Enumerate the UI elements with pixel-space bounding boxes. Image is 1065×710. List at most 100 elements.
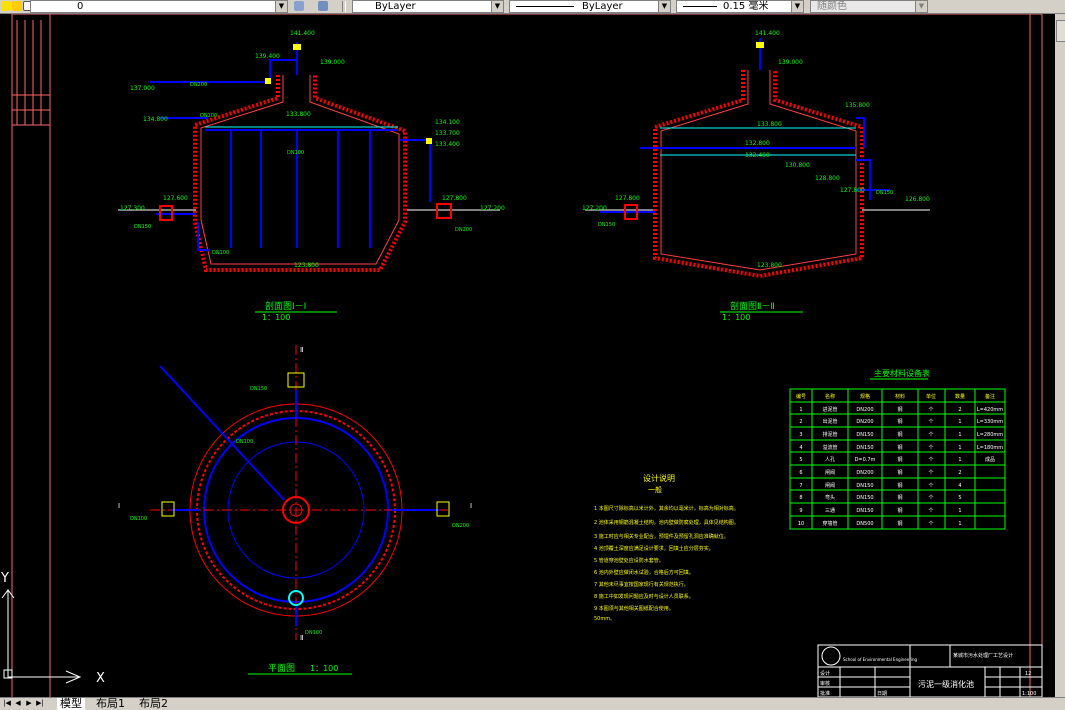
table-cell: 钢 <box>897 418 902 425</box>
drawing-number: 12 <box>1025 671 1031 677</box>
table-cell: 5 <box>799 457 802 463</box>
table-cell: 7 <box>799 483 802 489</box>
section-marker: Ⅰ <box>470 502 472 510</box>
school-name: School of Environmental Engineering <box>843 657 918 662</box>
section-2-scale: 1：100 <box>722 313 750 322</box>
tab-model[interactable]: 模型 <box>57 698 85 710</box>
table-header: 名称 <box>825 393 835 400</box>
table-header: 编号 <box>796 393 806 400</box>
color-dropdown[interactable]: ByLayer ▼ <box>352 0 504 13</box>
table-cell: DN200 <box>856 407 873 413</box>
pipe-label: DN200 <box>190 82 207 88</box>
section-1-title: 剖面图Ⅰ－Ⅰ <box>265 300 306 312</box>
table-cell: 8 <box>799 495 802 501</box>
elev-label: 133.400 <box>435 141 460 148</box>
note-line: 3 施工时应与相关专业配合，预埋件及预留孔洞应准确就位。 <box>594 533 729 540</box>
elev-label: 137.000 <box>130 85 155 92</box>
elev-label: 139.000 <box>778 59 803 66</box>
first-tab-icon[interactable]: |◀ <box>2 699 12 708</box>
table-cell: 进泥管 <box>822 406 837 413</box>
table-cell: 1 <box>958 521 961 527</box>
table-cell: 钢 <box>897 469 902 476</box>
scroll-thumb[interactable] <box>1056 20 1065 42</box>
elev-label: 127.300 <box>120 205 145 212</box>
table-cell: DN200 <box>856 419 873 425</box>
table-cell: 4 <box>799 445 802 451</box>
table-cell: 钢 <box>897 482 902 489</box>
table-cell: 个 <box>928 521 933 527</box>
pipe-label: DN100 <box>130 516 147 522</box>
toolbar-separator <box>342 1 346 12</box>
note-line: 6 池内外壁应做闭水试验，合格后方可回填。 <box>594 569 694 576</box>
chevron-down-icon[interactable]: ▼ <box>491 1 503 12</box>
table-cell: 钢 <box>897 444 902 451</box>
next-tab-icon[interactable]: ▶ <box>24 699 34 708</box>
layout-tabbar: |◀ ◀ ▶ ▶| 模型 布局1 布局2 <box>0 697 1065 710</box>
layer-manager-icon[interactable] <box>294 1 304 11</box>
layer-dropdown[interactable]: 0 ▼ <box>30 0 288 13</box>
elev-label: 127.200 <box>480 205 505 212</box>
vertical-scrollbar[interactable] <box>1055 14 1065 697</box>
elev-label: 134.800 <box>143 116 168 123</box>
table-cell: L=280mm <box>977 432 1003 438</box>
table-cell: DN150 <box>856 483 873 489</box>
lineweight-sample <box>683 6 717 7</box>
table-cell: 闸阀 <box>825 482 835 489</box>
table-cell: 溢流管 <box>822 444 837 451</box>
plotstyle-value: 随颜色 <box>817 1 847 12</box>
table-cell: DN500 <box>856 521 873 527</box>
bulb-icon[interactable] <box>1 1 11 11</box>
pipe-label: DN200 <box>452 523 469 529</box>
pipe-label: DN100 <box>200 113 217 119</box>
table-cell: 个 <box>928 432 933 438</box>
elev-label: 127.200 <box>582 205 607 212</box>
pipe-label: DN150 <box>250 386 267 392</box>
table-header: 规格 <box>860 393 870 400</box>
project-name: 某城市污水处理厂工艺设计 <box>953 652 1013 659</box>
plan-scale: 1：100 <box>310 664 338 673</box>
table-cell: 个 <box>928 483 933 489</box>
label-design: 设计 <box>820 670 830 677</box>
sun-icon[interactable] <box>12 1 22 11</box>
label-approve: 批准 <box>820 690 830 697</box>
section-marker: Ⅱ <box>300 346 303 354</box>
lineweight-dropdown[interactable]: 0.15 毫米 ▼ <box>676 0 804 13</box>
elev-label: 141.400 <box>755 30 780 37</box>
elev-label: 133.800 <box>286 111 311 118</box>
chevron-down-icon[interactable]: ▼ <box>658 1 670 12</box>
table-cell: 穿墙管 <box>822 520 837 527</box>
linetype-dropdown[interactable]: ByLayer ▼ <box>509 0 671 13</box>
last-tab-icon[interactable]: ▶| <box>35 699 45 708</box>
section-marker: Ⅰ <box>118 502 120 510</box>
elev-label: 132.800 <box>745 140 770 147</box>
pipe-label: DN150 <box>876 190 893 196</box>
prev-tab-icon[interactable]: ◀ <box>13 699 23 708</box>
linetype-sample <box>516 6 574 7</box>
table-cell: 排泥管 <box>822 431 837 438</box>
elev-label: 126.800 <box>905 196 930 203</box>
elev-label: 127.600 <box>163 195 188 202</box>
tab-layout2[interactable]: 布局2 <box>136 698 171 710</box>
pipe-label: DN100 <box>236 439 253 445</box>
table-cell: 个 <box>928 495 933 501</box>
elev-label: 127.800 <box>615 195 640 202</box>
table-cell: 成品 <box>985 456 995 463</box>
chevron-down-icon[interactable]: ▼ <box>791 1 803 12</box>
layer-previous-icon[interactable] <box>318 1 328 11</box>
elev-label: 128.800 <box>815 175 840 182</box>
table-cell: 2 <box>799 419 802 425</box>
table-header: 备注 <box>985 393 995 400</box>
elev-label: 123.800 <box>294 262 319 269</box>
table-cell: 个 <box>928 470 933 476</box>
table-cell: 个 <box>928 407 933 413</box>
chevron-down-icon[interactable]: ▼ <box>275 1 287 12</box>
table-cell: DN200 <box>856 470 873 476</box>
table-cell: D=0.7m <box>855 457 876 463</box>
drawing-canvas[interactable]: 141.400 139.400 139.000 137.000 134.800 … <box>0 13 1065 699</box>
table-header: 数量 <box>955 393 965 400</box>
section-2-title: 剖面图Ⅱ－Ⅱ <box>730 300 775 312</box>
table-cell: 1 <box>958 457 961 463</box>
tab-layout1[interactable]: 布局1 <box>93 698 128 710</box>
table-cell: L=180mm <box>977 445 1003 451</box>
table-cell: 9 <box>799 508 802 514</box>
